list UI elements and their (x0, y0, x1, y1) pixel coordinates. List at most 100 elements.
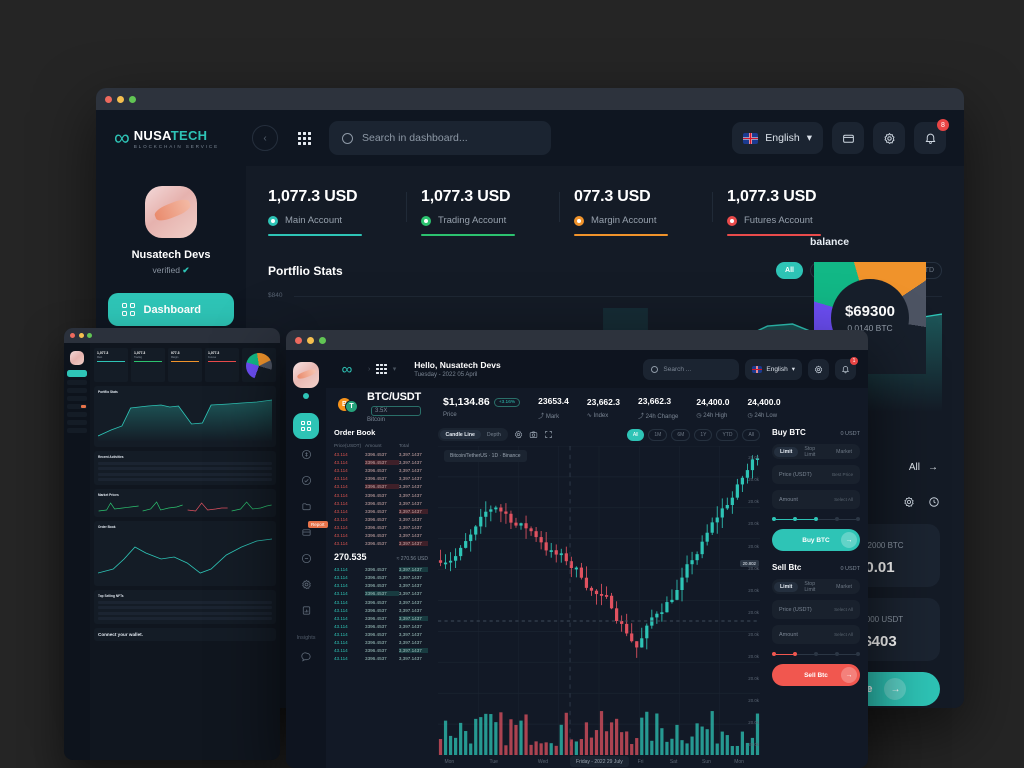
apps-grid-icon[interactable] (298, 132, 311, 145)
avatar[interactable] (145, 186, 197, 238)
sidebar-item-wallet[interactable] (293, 443, 319, 465)
sell-order-type-tabs[interactable]: Limit Stop Limit Market (772, 579, 860, 594)
order-book-row[interactable]: 43.114 3396.4537 3,397.1437 (334, 624, 428, 629)
window-minimize-button[interactable] (307, 337, 314, 344)
brand-logo[interactable]: ∞ NUSATECH BLOCKCHAIN SERVICE (96, 127, 246, 149)
order-book-row[interactable]: 43.114 3396.4537 3,397.1437 (334, 616, 428, 621)
order-book-row[interactable]: 43.114 3396.4537 3,397.1437 (334, 468, 428, 473)
sell-amount-action[interactable]: Select All (834, 632, 853, 637)
window-close-button[interactable] (295, 337, 302, 344)
chart-range-all[interactable]: All (627, 429, 645, 441)
language-selector[interactable]: English ▾ (732, 122, 823, 154)
history-icon[interactable] (928, 496, 940, 511)
order-book-row[interactable]: 43.114 3396.4537 3,397.1437 (334, 575, 428, 580)
view-all-link[interactable]: All → (909, 462, 938, 473)
sell-button[interactable]: Sell Btc → (772, 664, 860, 686)
chart-range-1m[interactable]: 1M (648, 429, 667, 441)
order-book-row[interactable]: 43.114 3396.4537 3,397.1437 (334, 493, 428, 498)
sell-amount-input[interactable]: Amount Select All (772, 625, 860, 644)
window-minimize-button[interactable] (79, 333, 84, 338)
window-maximize-button[interactable] (319, 337, 326, 344)
sidebar-item-files[interactable] (293, 495, 319, 517)
sidebar-item-reports[interactable]: Report (293, 521, 319, 543)
account-card-futures[interactable]: 1,077.3 USD Futures Account (727, 188, 865, 236)
window-close-button[interactable] (105, 96, 112, 103)
notifications-button[interactable]: 1 (835, 359, 856, 380)
sidebar-item-dashboard[interactable]: Dashboard (108, 293, 234, 326)
sidebar-item-chat[interactable] (293, 645, 319, 667)
sell-tab-stop-limit[interactable]: Stop Limit (798, 579, 830, 595)
buy-tab-market[interactable]: Market (830, 447, 858, 457)
language-selector[interactable]: English ▾ (745, 359, 802, 380)
sell-tab-market[interactable]: Market (830, 582, 858, 592)
order-book-row[interactable]: 43.114 3396.4537 3,397.1437 (334, 591, 428, 596)
order-book-row[interactable]: 43.114 3396.4537 3,397.1437 (334, 452, 428, 457)
candlestick-chart[interactable]: Bitcoin/TetherUS · 1D · Binance 20.0k 20.… (438, 446, 760, 755)
sidebar-item-dashboard[interactable] (293, 413, 319, 439)
account-card-trading[interactable]: 1,077.3 USD Trading Account (421, 188, 559, 236)
sidebar-item-settings[interactable] (293, 573, 319, 595)
window-maximize-button[interactable] (87, 333, 92, 338)
search-input[interactable]: Search in dashboard... (329, 121, 551, 155)
sell-price-input[interactable]: Price (USDT) Select All (772, 600, 860, 619)
sell-amount-slider[interactable] (772, 652, 860, 656)
gear-icon[interactable] (903, 496, 915, 511)
apps-grid-button[interactable]: ▾ (376, 364, 402, 374)
sidebar-item-statistics[interactable] (293, 599, 319, 621)
buy-price-action[interactable]: Best Price (832, 472, 853, 477)
account-card-main[interactable]: 1,077.3 USD Main Account (268, 188, 406, 236)
order-book-row[interactable]: 43.114 3396.4537 3,397.1437 (334, 541, 428, 546)
order-book-row[interactable]: 43.114 3396.4537 3,397.1437 (334, 517, 428, 522)
avatar[interactable] (293, 362, 319, 388)
order-book-row[interactable]: 43.114 3396.4537 3,397.1437 (334, 509, 428, 514)
range-chip-all[interactable]: All (776, 262, 803, 279)
order-book-row[interactable]: 43.114 3396.4537 3,397.1437 (334, 567, 428, 572)
window-maximize-button[interactable] (129, 96, 136, 103)
settings-button[interactable] (808, 359, 829, 380)
sidebar-collapse-button[interactable]: ‹ (252, 125, 278, 151)
order-book-row[interactable]: 43.114 3396.4537 3,397.1437 (334, 525, 428, 530)
order-book-row[interactable]: 43.114 3396.4537 3,397.1437 (334, 501, 428, 506)
window-close-button[interactable] (70, 333, 75, 338)
buy-amount-action[interactable]: Select All (834, 497, 853, 502)
order-book-row[interactable]: 43.114 3396.4537 3,397.1437 (334, 656, 428, 661)
gear-icon[interactable] (514, 430, 523, 439)
buy-tab-stop-limit[interactable]: Stop Limit (798, 444, 830, 460)
sell-price-action[interactable]: Select All (834, 607, 853, 612)
buy-button[interactable]: Buy BTC → (772, 529, 860, 551)
buy-tab-limit[interactable]: Limit (774, 447, 798, 457)
order-book-row[interactable]: 43.114 3396.4537 3,397.1437 (334, 533, 428, 538)
camera-icon[interactable] (529, 430, 538, 439)
buy-order-type-tabs[interactable]: Limit Stop Limit Market (772, 444, 860, 459)
search-input[interactable]: Search ... (643, 359, 739, 380)
order-book-row[interactable]: 43.114 3396.4537 3,397.1437 (334, 484, 428, 489)
chart-range-all2[interactable]: All (742, 429, 760, 441)
notifications-button[interactable]: 8 (914, 122, 946, 154)
order-book-row[interactable]: 43.114 3396.4537 3,397.1437 (334, 648, 428, 653)
account-card-margin[interactable]: 077.3 USD Margin Account (574, 188, 712, 236)
chart-range-6m[interactable]: 6M (671, 429, 690, 441)
order-book-row[interactable]: 43.114 3396.4537 3,397.1437 (334, 583, 428, 588)
order-book-row[interactable]: 43.114 3396.4537 3,397.1437 (334, 460, 428, 465)
sell-tab-limit[interactable]: Limit (774, 582, 798, 592)
order-book-row[interactable]: 43.114 3396.4537 3,397.1437 (334, 640, 428, 645)
infinity-logo-icon[interactable]: ∞ (326, 361, 366, 378)
wallet-button[interactable] (832, 122, 864, 154)
order-book-row[interactable]: 43.114 3396.4537 3,397.1437 (334, 476, 428, 481)
buy-price-input[interactable]: Price (USDT) Best Price (772, 465, 860, 484)
chart-range-ytd[interactable]: YTD (716, 429, 738, 441)
chart-type-candle[interactable]: Candle Line (440, 430, 481, 439)
fullscreen-icon[interactable] (544, 430, 553, 439)
chevron-right-icon[interactable]: › (368, 366, 370, 373)
pair-name[interactable]: BTC/USDT 3.5X Bitcoin (367, 387, 421, 423)
chart-range-1y[interactable]: 1Y (694, 429, 712, 441)
chart-type-toggle[interactable]: Candle Line Depth (438, 428, 508, 441)
buy-amount-input[interactable]: Amount Select All (772, 490, 860, 509)
sidebar-item-tasks[interactable] (293, 469, 319, 491)
order-book-row[interactable]: 43.114 3396.4537 3,397.1437 (334, 632, 428, 637)
sidebar-item-orders[interactable] (293, 547, 319, 569)
chart-type-depth[interactable]: Depth (481, 430, 507, 439)
order-book-row[interactable]: 43.114 3396.4537 3,397.1437 (334, 600, 428, 605)
order-book-row[interactable]: 43.114 3396.4537 3,397.1437 (334, 608, 428, 613)
settings-button[interactable] (873, 122, 905, 154)
